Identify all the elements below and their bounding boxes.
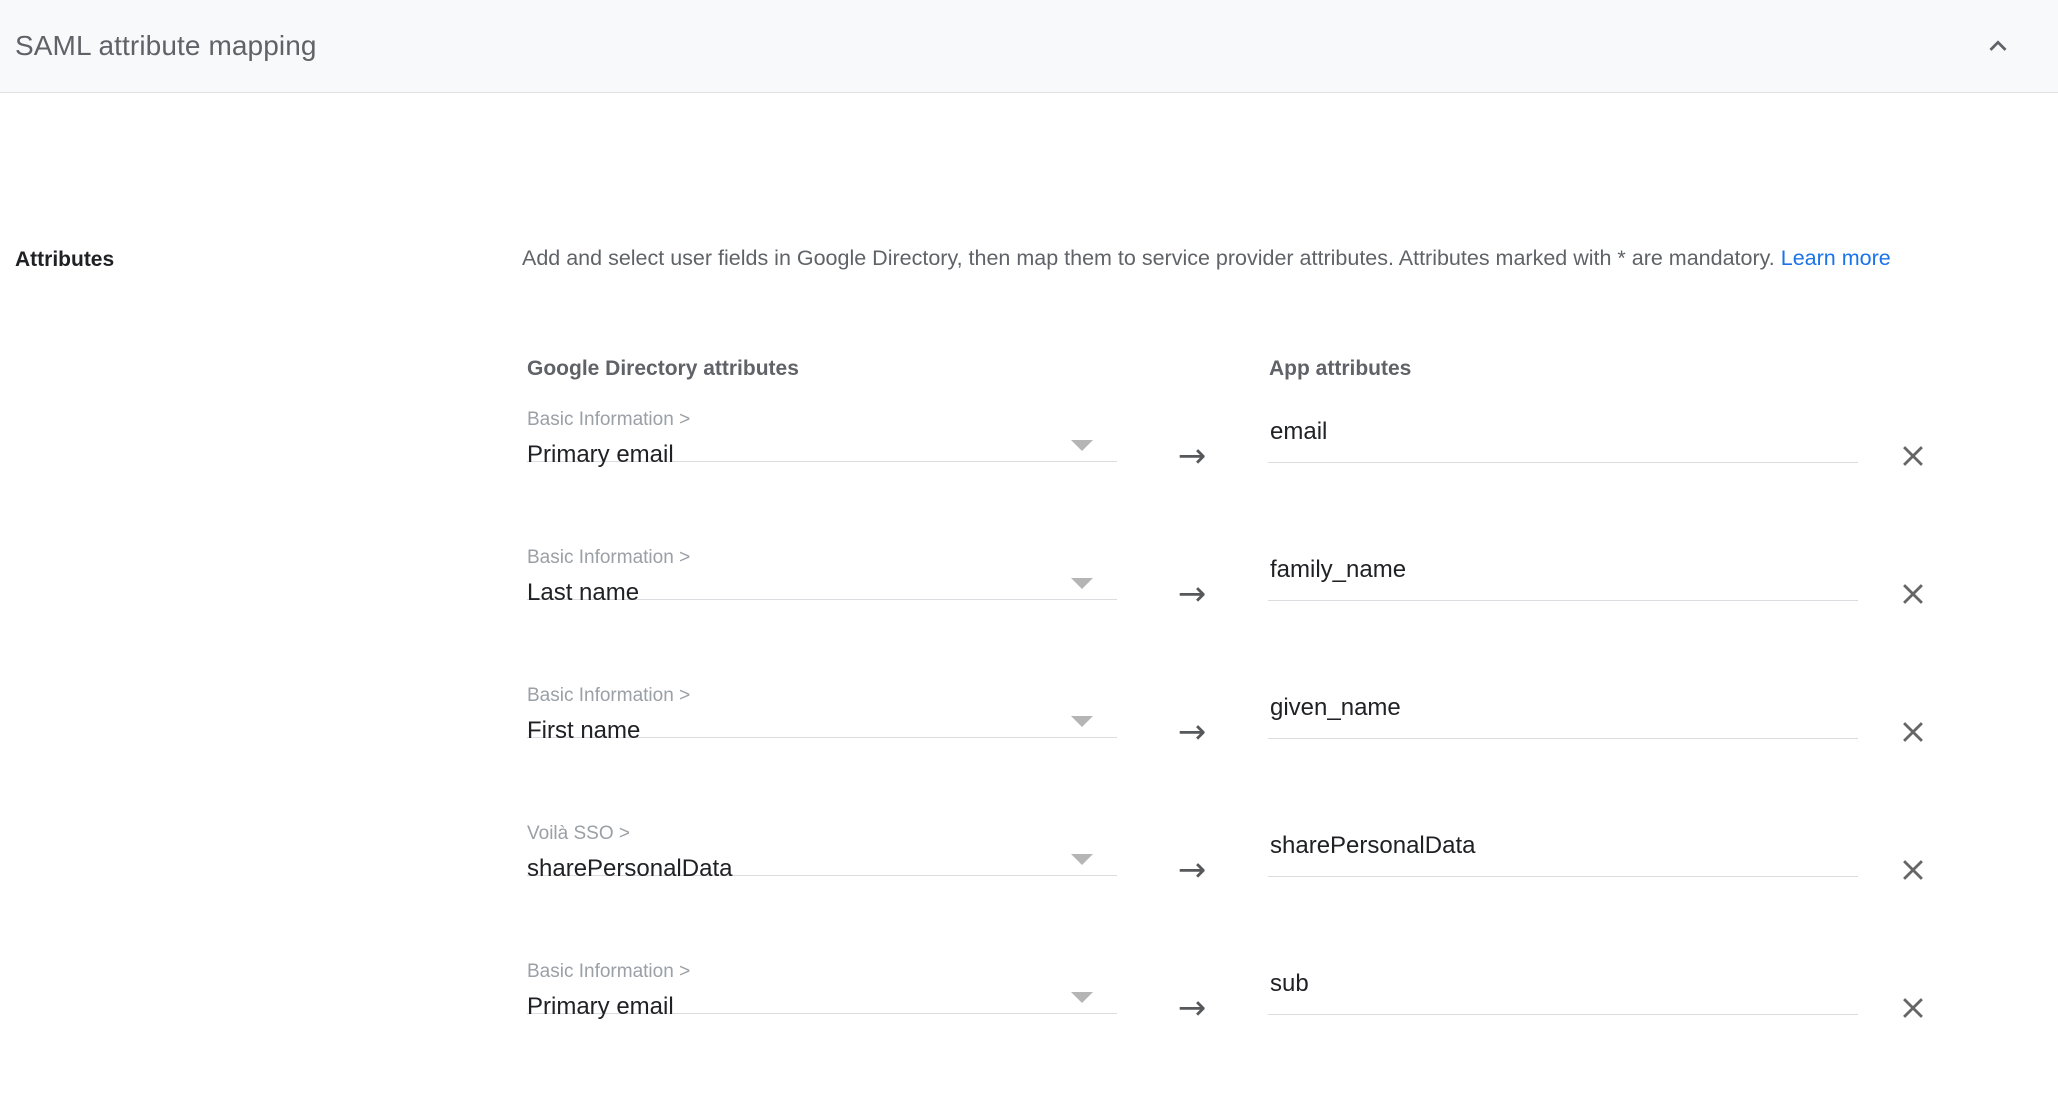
- chevron-up-icon: [1981, 29, 2015, 63]
- app-attribute-input[interactable]: [1268, 687, 1858, 739]
- directory-category-label: Voilà SSO >: [527, 823, 630, 844]
- column-header-app-attributes: App attributes: [1269, 357, 1412, 380]
- google-directory-attribute-select[interactable]: Basic Information > Last name: [527, 541, 1117, 605]
- directory-category-label: Basic Information >: [527, 685, 691, 706]
- remove-mapping-button[interactable]: [1886, 567, 1940, 621]
- remove-mapping-button[interactable]: [1886, 429, 1940, 483]
- directory-attribute-value: Last name: [527, 579, 640, 605]
- attribute-mapping-row: Basic Information > First name →: [0, 679, 2058, 817]
- directory-attribute-value: sharePersonalData: [527, 855, 733, 881]
- attributes-section-label: Attributes: [15, 248, 115, 271]
- google-directory-attribute-select[interactable]: Voilà SSO > sharePersonalData: [527, 817, 1117, 881]
- google-directory-attribute-select[interactable]: Basic Information > Primary email: [527, 403, 1117, 467]
- close-icon: [1896, 715, 1930, 749]
- column-header-google-directory: Google Directory attributes: [527, 357, 799, 380]
- google-directory-attribute-select[interactable]: Basic Information > Primary email: [527, 955, 1117, 1019]
- directory-attribute-value: Primary email: [527, 441, 674, 467]
- directory-category-label: Basic Information >: [527, 961, 691, 982]
- learn-more-link[interactable]: Learn more: [1781, 246, 1891, 270]
- close-icon: [1896, 853, 1930, 887]
- remove-mapping-button[interactable]: [1886, 705, 1940, 759]
- attribute-mapping-row: Voilà SSO > sharePersonalData →: [0, 817, 2058, 955]
- close-icon: [1896, 439, 1930, 473]
- saml-attribute-mapping-header[interactable]: SAML attribute mapping: [0, 0, 2058, 93]
- google-directory-attribute-select[interactable]: Basic Information > First name: [527, 679, 1117, 743]
- chevron-down-icon: [1071, 716, 1093, 727]
- mapping-arrow-icon: →: [1177, 712, 1207, 752]
- attributes-description-text: Add and select user fields in Google Dir…: [522, 246, 1781, 270]
- mapping-arrow-icon: →: [1177, 850, 1207, 890]
- app-attribute-input[interactable]: [1268, 963, 1858, 1015]
- directory-attribute-value: First name: [527, 717, 641, 743]
- directory-category-label: Basic Information >: [527, 409, 691, 430]
- close-icon: [1896, 577, 1930, 611]
- attribute-mapping-row: Basic Information > Last name →: [0, 541, 2058, 679]
- remove-mapping-button[interactable]: [1886, 843, 1940, 897]
- attributes-description: Add and select user fields in Google Dir…: [522, 241, 2034, 275]
- chevron-down-icon: [1071, 854, 1093, 865]
- chevron-down-icon: [1071, 992, 1093, 1003]
- mapping-arrow-icon: →: [1177, 436, 1207, 476]
- chevron-down-icon: [1071, 578, 1093, 589]
- remove-mapping-button[interactable]: [1886, 981, 1940, 1035]
- saml-attribute-mapping-body: Attributes Add and select user fields in…: [0, 93, 2058, 1025]
- mapping-arrow-icon: →: [1177, 988, 1207, 1028]
- close-icon: [1896, 991, 1930, 1025]
- directory-attribute-value: Primary email: [527, 993, 674, 1019]
- app-attribute-input[interactable]: [1268, 825, 1858, 877]
- page-title: SAML attribute mapping: [15, 30, 317, 61]
- mapping-arrow-icon: →: [1177, 574, 1207, 614]
- chevron-down-icon: [1071, 440, 1093, 451]
- attribute-mapping-row: Basic Information > Primary email →: [0, 403, 2058, 541]
- app-attribute-input[interactable]: [1268, 411, 1858, 463]
- attribute-mapping-list: Basic Information > Primary email → Basi…: [0, 403, 2058, 1093]
- attribute-mapping-row: Basic Information > Primary email →: [0, 955, 2058, 1093]
- directory-category-label: Basic Information >: [527, 547, 691, 568]
- app-attribute-input[interactable]: [1268, 549, 1858, 601]
- collapse-section-button[interactable]: [1974, 22, 2022, 70]
